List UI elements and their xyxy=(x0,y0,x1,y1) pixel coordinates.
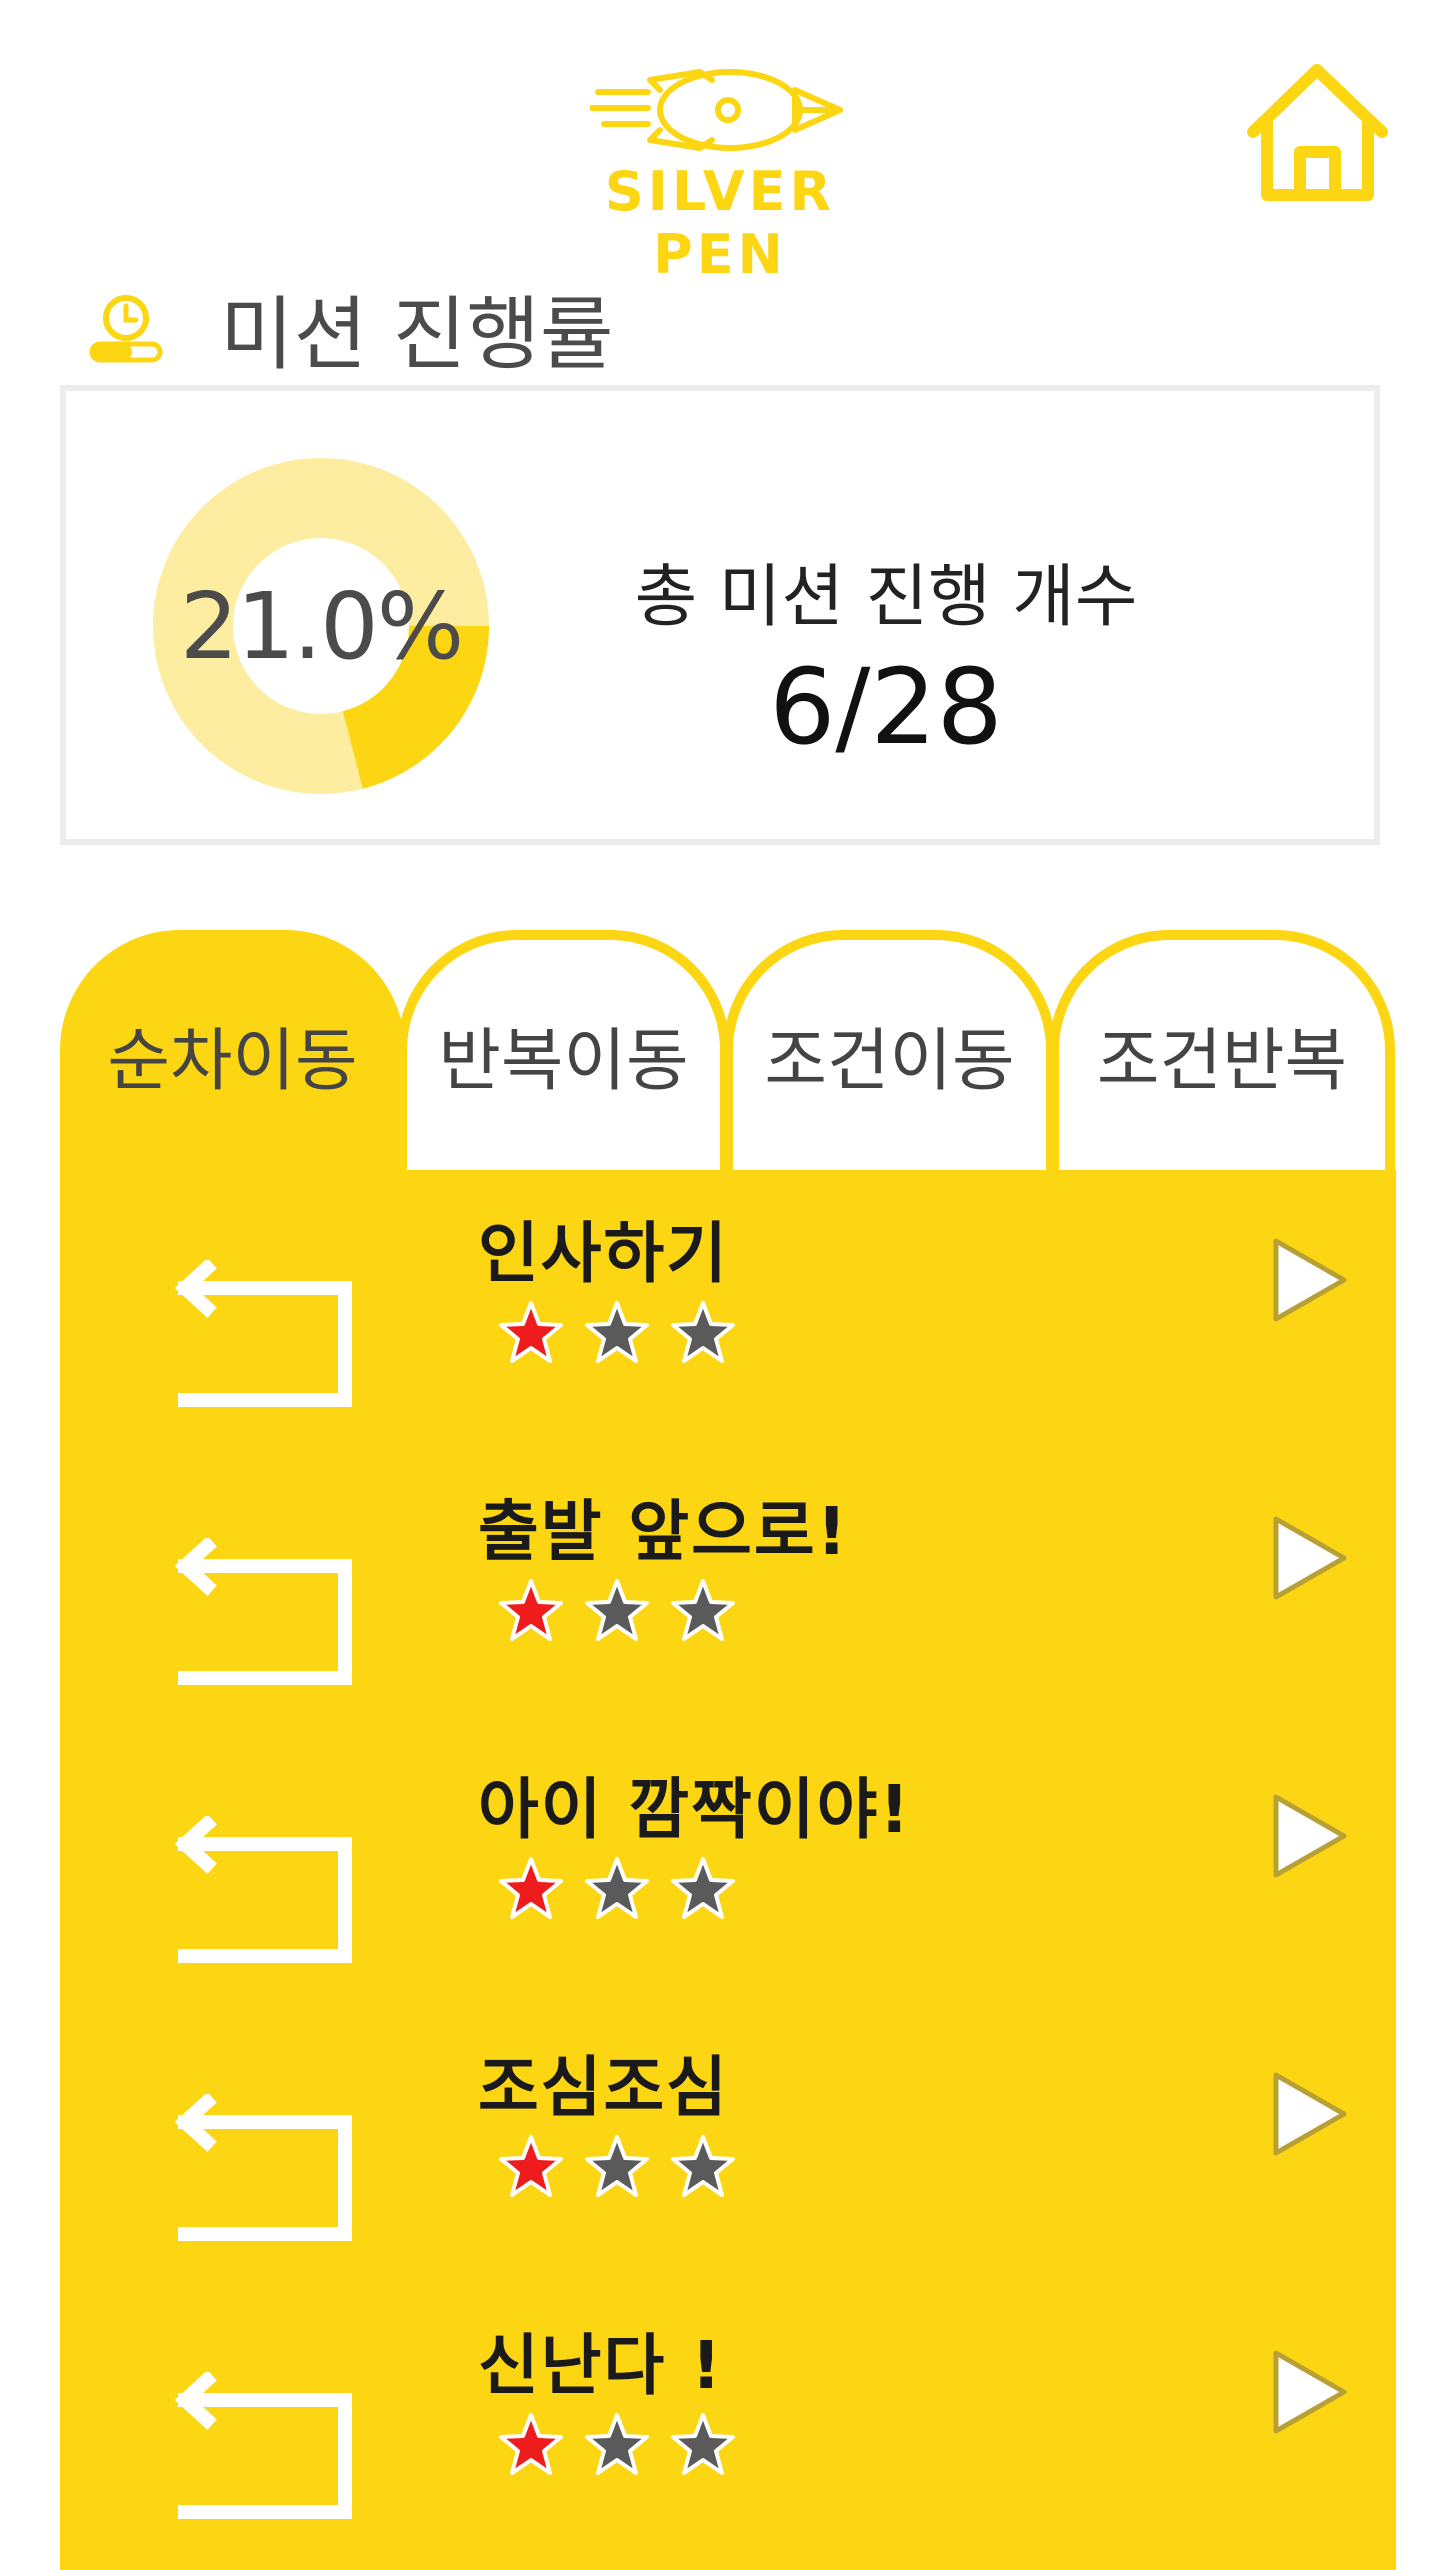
back-arrow-icon xyxy=(174,1816,352,1963)
back-arrow-icon xyxy=(174,1260,352,1407)
mission-count-label: 총 미션 진행 개수 xyxy=(634,558,1138,637)
mission-title: 출발 앞으로! xyxy=(478,1493,849,1570)
play-icon[interactable] xyxy=(1270,1791,1350,1881)
mission-item[interactable]: 아이 깜짝이야! xyxy=(60,1726,1396,2004)
tab-repeat[interactable]: 반복이동 xyxy=(397,930,730,1170)
mission-title: 아이 깜짝이야! xyxy=(478,1771,912,1848)
star-icon xyxy=(585,1301,649,1363)
star-icon xyxy=(671,1301,735,1363)
play-icon[interactable] xyxy=(1270,1235,1350,1325)
mission-item[interactable]: 출발 앞으로! xyxy=(60,1448,1396,1726)
mission-item[interactable]: 조심조심 xyxy=(60,2004,1396,2282)
home-button[interactable] xyxy=(1245,60,1390,205)
star-icon xyxy=(585,1579,649,1641)
star-icon xyxy=(671,2135,735,2197)
mission-list: 인사하기 출발 앞으로! 아이 깜짝이야! 조심조심 신난다 ! xyxy=(60,1170,1396,2570)
back-arrow-icon xyxy=(174,2372,352,2519)
star-icon xyxy=(499,2135,563,2197)
star-icon xyxy=(499,1579,563,1641)
back-arrow-icon xyxy=(174,2094,352,2241)
logo-text: SILVER PEN xyxy=(604,160,836,286)
star-icon xyxy=(585,2135,649,2197)
tab-condition-repeat[interactable]: 조건반복 xyxy=(1049,930,1395,1170)
back-arrow-icon xyxy=(174,1538,352,1685)
app-logo: SILVER PEN xyxy=(540,50,900,286)
star-icon xyxy=(671,2413,735,2475)
rocket-pen-logo xyxy=(590,69,843,151)
mission-count-value: 6/28 xyxy=(769,646,1003,768)
mission-title: 인사하기 xyxy=(478,1215,729,1292)
star-icon xyxy=(499,2413,563,2475)
star-icon xyxy=(499,1301,563,1363)
section-title: 미션 진행률 xyxy=(220,288,614,381)
progress-percent: 21.0% xyxy=(179,572,464,680)
tab-condition[interactable]: 조건이동 xyxy=(723,930,1056,1170)
mission-stars xyxy=(498,1856,736,1936)
mission-title: 신난다 ! xyxy=(478,2327,724,2404)
mission-title: 조심조심 xyxy=(478,2049,729,2126)
tab-sequential[interactable]: 순차이동 xyxy=(60,930,405,1170)
star-icon xyxy=(499,1857,563,1919)
mission-item[interactable]: 신난다 ! xyxy=(60,2282,1396,2560)
play-icon[interactable] xyxy=(1270,2069,1350,2159)
star-icon xyxy=(671,1579,735,1641)
play-icon[interactable] xyxy=(1270,1513,1350,1603)
mission-item[interactable]: 인사하기 xyxy=(60,1170,1396,1448)
clock-progress-icon xyxy=(88,290,163,365)
star-icon xyxy=(671,1857,735,1919)
play-icon[interactable] xyxy=(1270,2347,1350,2437)
star-icon xyxy=(585,1857,649,1919)
mission-stars xyxy=(498,1578,736,1658)
mission-stars xyxy=(498,2412,736,2492)
mission-stars xyxy=(498,1300,736,1380)
progress-card: 21.0% 총 미션 진행 개수 6/28 xyxy=(60,385,1380,845)
mission-stars xyxy=(498,2134,736,2214)
home-icon xyxy=(1247,64,1388,201)
star-icon xyxy=(585,2413,649,2475)
